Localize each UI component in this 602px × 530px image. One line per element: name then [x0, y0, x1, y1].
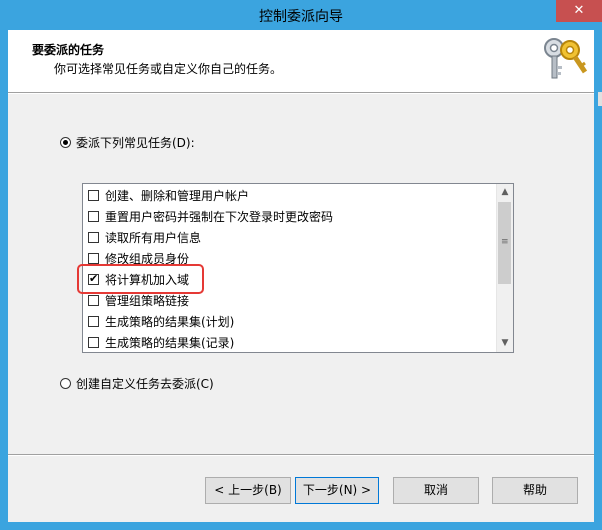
page-subheading: 你可选择常见任务或自定义你自己的任务。 — [54, 62, 283, 76]
task-checkbox[interactable] — [88, 294, 99, 306]
window-frame-left — [0, 30, 8, 530]
task-checkbox[interactable] — [88, 336, 99, 348]
next-button[interactable]: 下一步(N) > — [295, 477, 379, 504]
list-item[interactable]: 生成策略的结果集(记录) — [88, 332, 234, 352]
highlight-annotation — [77, 264, 204, 294]
cancel-button[interactable]: 取消 — [393, 477, 479, 504]
radio-custom-task-label: 创建自定义任务去委派(C) — [76, 377, 214, 391]
list-item[interactable]: 创建、删除和管理用户帐户 — [88, 185, 249, 205]
task-checkbox[interactable] — [88, 252, 99, 264]
scroll-down-icon[interactable]: ▼ — [497, 335, 513, 352]
scroll-grip-icon: ≡ — [501, 237, 509, 247]
radio-custom-task-indicator[interactable] — [60, 378, 71, 389]
radio-common-tasks[interactable]: 委派下列常见任务(D): — [60, 134, 195, 151]
scroll-up-icon[interactable]: ▲ — [497, 184, 513, 201]
title-bar: 控制委派向导 ✕ — [0, 0, 602, 30]
wizard-header: 要委派的任务 你可选择常见任务或自定义你自己的任务。 — [8, 30, 594, 92]
list-item[interactable]: 重置用户密码并强制在下次登录时更改密码 — [88, 206, 333, 226]
radio-common-tasks-label: 委派下列常见任务(D): — [76, 136, 195, 150]
task-label: 创建、删除和管理用户帐户 — [105, 188, 250, 203]
task-checkbox[interactable] — [88, 189, 99, 201]
task-checkbox[interactable] — [88, 231, 99, 243]
list-item[interactable]: 读取所有用户信息 — [88, 227, 201, 247]
page-heading: 要委派的任务 — [32, 43, 105, 57]
background-window-edge — [598, 92, 602, 106]
task-checkbox[interactable] — [88, 315, 99, 327]
window-title: 控制委派向导 — [259, 9, 343, 25]
listbox-scrollbar[interactable]: ▲ ≡ ▼ — [496, 184, 513, 352]
task-label: 管理组策略链接 — [105, 293, 190, 308]
task-checkbox[interactable] — [88, 210, 99, 222]
radio-custom-task[interactable]: 创建自定义任务去委派(C) — [60, 375, 214, 392]
close-button[interactable]: ✕ — [556, 0, 602, 22]
radio-common-tasks-indicator[interactable] — [60, 137, 71, 148]
scroll-thumb[interactable]: ≡ — [498, 202, 511, 284]
task-label: 生成策略的结果集(计划) — [105, 314, 235, 329]
task-label: 读取所有用户信息 — [105, 230, 202, 245]
list-item[interactable]: 生成策略的结果集(计划) — [88, 311, 234, 331]
help-button[interactable]: 帮助 — [492, 477, 578, 504]
task-label: 重置用户密码并强制在下次登录时更改密码 — [105, 209, 334, 224]
back-button[interactable]: < 上一步(B) — [205, 477, 291, 504]
keys-icon — [544, 38, 588, 79]
window-frame-bottom — [0, 522, 602, 530]
task-label: 生成策略的结果集(记录) — [105, 335, 235, 350]
